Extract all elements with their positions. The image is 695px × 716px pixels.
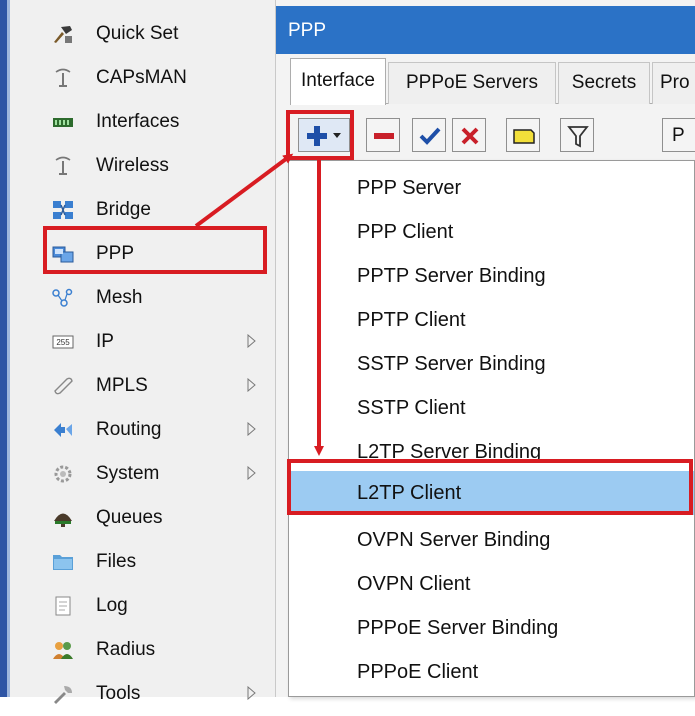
- sidebar-item-label: Interfaces: [96, 111, 180, 132]
- sidebar-item-label: Queues: [96, 507, 163, 528]
- quick-set-icon: [54, 26, 72, 43]
- queues-icon: [54, 513, 72, 527]
- menu-item-ovpn-client[interactable]: OVPN Client: [289, 562, 694, 606]
- menu-item-ovpn-server-binding[interactable]: OVPN Server Binding: [289, 518, 694, 562]
- sidebar-item-label: Radius: [96, 639, 156, 660]
- interfaces-icon: [53, 118, 73, 127]
- toolbar-partial-label: P: [672, 125, 685, 146]
- menu-item-label: SSTP Client: [357, 397, 466, 419]
- menu-item-label: OVPN Server Binding: [357, 529, 551, 551]
- toolbar-partial-button[interactable]: P: [662, 118, 695, 152]
- sidebar-item-files[interactable]: Files: [10, 540, 276, 584]
- mesh-icon: [52, 288, 73, 307]
- sidebar-item-label: Mesh: [96, 287, 143, 308]
- submenu-arrow-icon: [247, 334, 256, 348]
- menu-item-label: PPTP Server Binding: [357, 265, 546, 287]
- menu-item-ppp-server[interactable]: PPP Server: [289, 166, 694, 210]
- sidebar-item-routing[interactable]: Routing: [10, 408, 276, 452]
- log-icon: [55, 596, 71, 616]
- highlight-add-button: [286, 110, 354, 160]
- window-title-bar[interactable]: PPP: [276, 6, 695, 54]
- sidebar-item-label: Log: [96, 595, 128, 616]
- sidebar-item-label: Quick Set: [96, 23, 179, 44]
- sidebar-item-label: Wireless: [96, 155, 169, 176]
- enable-check-icon: [419, 127, 441, 145]
- sidebar-item-label: Tools: [96, 683, 141, 704]
- menu-item-label: PPPoE Server Binding: [357, 617, 559, 639]
- menu-item-label: PPTP Client: [357, 309, 466, 331]
- tab-interface[interactable]: Interface: [290, 58, 386, 105]
- menu-item-pptp-client[interactable]: PPTP Client: [289, 298, 694, 342]
- tools-icon: [54, 686, 72, 704]
- folder-icon: [53, 555, 73, 570]
- sidebar-item-label: Routing: [96, 419, 162, 440]
- mpls-icon: [54, 377, 73, 395]
- tab-bar: Interface PPPoE Servers Secrets Pro: [290, 58, 695, 105]
- tab-secrets[interactable]: Secrets: [558, 62, 650, 104]
- radius-icon: [53, 642, 73, 659]
- sidebar-item-quick-set[interactable]: Quick Set: [10, 12, 276, 56]
- highlight-ppp-sidebar: [43, 226, 267, 274]
- sidebar-item-label: System: [96, 463, 160, 484]
- menu-item-label: PPP Client: [357, 221, 454, 243]
- enable-button[interactable]: [412, 118, 446, 152]
- sidebar-item-system[interactable]: System: [10, 452, 276, 496]
- menu-item-label: SSTP Server Binding: [357, 353, 546, 375]
- filter-button[interactable]: [560, 118, 594, 152]
- remove-icon: [374, 133, 394, 139]
- sidebar-item-wireless[interactable]: Wireless: [10, 144, 276, 188]
- sidebar-item-radius[interactable]: Radius: [10, 628, 276, 672]
- sidebar-item-mesh[interactable]: Mesh: [10, 276, 276, 320]
- menu-item-label: PPPoE Client: [357, 661, 479, 683]
- disable-button[interactable]: [452, 118, 486, 152]
- tab-profiles[interactable]: Pro: [652, 62, 695, 104]
- sidebar-item-label: Files: [96, 551, 137, 572]
- sidebar-item-capsman[interactable]: CAPsMAN: [10, 56, 276, 100]
- menu-item-label: OVPN Client: [357, 573, 471, 595]
- remove-button[interactable]: [366, 118, 400, 152]
- menu-item-sstp-client[interactable]: SSTP Client: [289, 386, 694, 430]
- sidebar-item-queues[interactable]: Queues: [10, 496, 276, 540]
- sidebar-item-label: MPLS: [96, 375, 148, 396]
- menu-item-pptp-server-binding[interactable]: PPTP Server Binding: [289, 254, 694, 298]
- sidebar: Quick Set CAPsMAN Interfaces Wireless Br…: [10, 0, 276, 704]
- submenu-arrow-icon: [247, 422, 256, 436]
- menu-item-ppp-client[interactable]: PPP Client: [289, 210, 694, 254]
- comment-button[interactable]: [506, 118, 540, 152]
- ip-badge: 255: [56, 338, 70, 347]
- menu-item-pppoe-server-binding[interactable]: PPPoE Server Binding: [289, 606, 694, 650]
- antenna-icon: [55, 68, 71, 87]
- window-title: PPP: [288, 20, 327, 41]
- submenu-arrow-icon: [247, 466, 256, 480]
- system-gear-icon: [54, 465, 72, 483]
- ip-icon: 255: [52, 335, 74, 349]
- menu-item-label: PPP Server: [357, 177, 462, 199]
- sidebar-item-tools[interactable]: Tools: [10, 672, 276, 716]
- sidebar-item-interfaces[interactable]: Interfaces: [10, 100, 276, 144]
- left-border-strip: [0, 0, 7, 697]
- tab-pppoe-servers[interactable]: PPPoE Servers: [388, 62, 556, 104]
- disable-x-icon: [461, 127, 479, 145]
- sidebar-item-mpls[interactable]: MPLS: [10, 364, 276, 408]
- submenu-arrow-icon: [247, 686, 256, 700]
- wireless-icon: [55, 156, 71, 175]
- add-dropdown-menu: PPP Server PPP Client PPTP Server Bindin…: [288, 160, 695, 697]
- sidebar-item-label: CAPsMAN: [96, 67, 187, 88]
- sidebar-item-ip[interactable]: 255 IP: [10, 320, 276, 364]
- menu-item-pppoe-client[interactable]: PPPoE Client: [289, 650, 694, 694]
- highlight-l2tp-client: [287, 459, 693, 515]
- comment-icon: [513, 129, 535, 144]
- sidebar-item-log[interactable]: Log: [10, 584, 276, 628]
- sidebar-item-label: IP: [96, 331, 114, 352]
- routing-icon: [54, 423, 72, 437]
- filter-icon: [567, 126, 589, 148]
- submenu-arrow-icon: [247, 378, 256, 392]
- bridge-icon: [53, 201, 73, 219]
- menu-item-sstp-server-binding[interactable]: SSTP Server Binding: [289, 342, 694, 386]
- sidebar-item-label: Bridge: [96, 199, 151, 220]
